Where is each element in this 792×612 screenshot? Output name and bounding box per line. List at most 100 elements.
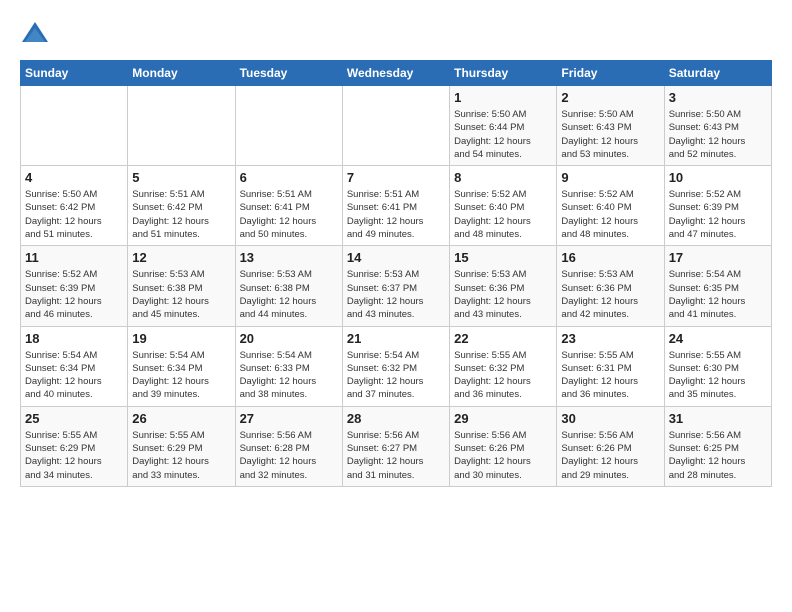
calendar-cell: 27 Sunrise: 5:56 AM Sunset: 6:28 PM Dayli… <box>235 406 342 486</box>
calendar-cell: 16 Sunrise: 5:53 AM Sunset: 6:36 PM Dayli… <box>557 246 664 326</box>
calendar-cell: 3Sunrise: 5:50 AM Sunset: 6:43 PM Daylig… <box>664 86 771 166</box>
day-number: 7 <box>347 170 445 185</box>
day-info: Sunrise: 5:55 AM Sunset: 6:32 PM Dayligh… <box>454 349 552 402</box>
day-number: 14 <box>347 250 445 265</box>
day-info: Sunrise: 5:55 AM Sunset: 6:30 PM Dayligh… <box>669 349 767 402</box>
calendar-cell: 9 Sunrise: 5:52 AM Sunset: 6:40 PM Daylig… <box>557 166 664 246</box>
day-number: 16 <box>561 250 659 265</box>
day-number: 8 <box>454 170 552 185</box>
day-info: Sunrise: 5:56 AM Sunset: 6:25 PM Dayligh… <box>669 429 767 482</box>
calendar-cell: 20 Sunrise: 5:54 AM Sunset: 6:33 PM Dayli… <box>235 326 342 406</box>
day-number: 27 <box>240 411 338 426</box>
day-number: 22 <box>454 331 552 346</box>
calendar-table: SundayMondayTuesdayWednesdayThursdayFrid… <box>20 60 772 487</box>
day-number: 13 <box>240 250 338 265</box>
calendar-cell: 12 Sunrise: 5:53 AM Sunset: 6:38 PM Dayli… <box>128 246 235 326</box>
calendar-cell: 15 Sunrise: 5:53 AM Sunset: 6:36 PM Dayli… <box>450 246 557 326</box>
day-info: Sunrise: 5:52 AM Sunset: 6:39 PM Dayligh… <box>669 188 767 241</box>
calendar-cell: 1Sunrise: 5:50 AM Sunset: 6:44 PM Daylig… <box>450 86 557 166</box>
day-number: 18 <box>25 331 123 346</box>
calendar-cell: 13Sunrise: 5:53 AM Sunset: 6:38 PM Dayli… <box>235 246 342 326</box>
day-number: 4 <box>25 170 123 185</box>
calendar-cell: 25Sunrise: 5:55 AM Sunset: 6:29 PM Dayli… <box>21 406 128 486</box>
calendar-cell: 29Sunrise: 5:56 AM Sunset: 6:26 PM Dayli… <box>450 406 557 486</box>
calendar-cell: 22 Sunrise: 5:55 AM Sunset: 6:32 PM Dayli… <box>450 326 557 406</box>
day-number: 20 <box>240 331 338 346</box>
day-info: Sunrise: 5:56 AM Sunset: 6:26 PM Dayligh… <box>561 429 659 482</box>
header-monday: Monday <box>128 61 235 86</box>
calendar-week-row: 11 Sunrise: 5:52 AM Sunset: 6:39 PM Dayli… <box>21 246 772 326</box>
calendar-cell: 24 Sunrise: 5:55 AM Sunset: 6:30 PM Dayli… <box>664 326 771 406</box>
day-info: Sunrise: 5:52 AM Sunset: 6:40 PM Dayligh… <box>561 188 659 241</box>
calendar-cell: 2 Sunrise: 5:50 AM Sunset: 6:43 PM Daylig… <box>557 86 664 166</box>
day-number: 1 <box>454 90 552 105</box>
day-number: 15 <box>454 250 552 265</box>
day-number: 17 <box>669 250 767 265</box>
logo <box>20 20 54 50</box>
day-info: Sunrise: 5:55 AM Sunset: 6:29 PM Dayligh… <box>25 429 123 482</box>
calendar-week-row: 25Sunrise: 5:55 AM Sunset: 6:29 PM Dayli… <box>21 406 772 486</box>
calendar-cell: 26 Sunrise: 5:55 AM Sunset: 6:29 PM Dayli… <box>128 406 235 486</box>
day-info: Sunrise: 5:50 AM Sunset: 6:42 PM Dayligh… <box>25 188 123 241</box>
calendar-cell <box>128 86 235 166</box>
day-number: 31 <box>669 411 767 426</box>
header-friday: Friday <box>557 61 664 86</box>
header-tuesday: Tuesday <box>235 61 342 86</box>
day-info: Sunrise: 5:55 AM Sunset: 6:31 PM Dayligh… <box>561 349 659 402</box>
calendar-cell: 14 Sunrise: 5:53 AM Sunset: 6:37 PM Dayli… <box>342 246 449 326</box>
calendar-cell: 8 Sunrise: 5:52 AM Sunset: 6:40 PM Daylig… <box>450 166 557 246</box>
day-info: Sunrise: 5:52 AM Sunset: 6:40 PM Dayligh… <box>454 188 552 241</box>
day-number: 9 <box>561 170 659 185</box>
day-info: Sunrise: 5:50 AM Sunset: 6:43 PM Dayligh… <box>561 108 659 161</box>
day-info: Sunrise: 5:51 AM Sunset: 6:42 PM Dayligh… <box>132 188 230 241</box>
day-number: 2 <box>561 90 659 105</box>
calendar-cell: 5 Sunrise: 5:51 AM Sunset: 6:42 PM Daylig… <box>128 166 235 246</box>
day-number: 10 <box>669 170 767 185</box>
header-thursday: Thursday <box>450 61 557 86</box>
calendar-week-row: 18 Sunrise: 5:54 AM Sunset: 6:34 PM Dayli… <box>21 326 772 406</box>
calendar-cell: 11 Sunrise: 5:52 AM Sunset: 6:39 PM Dayli… <box>21 246 128 326</box>
day-info: Sunrise: 5:55 AM Sunset: 6:29 PM Dayligh… <box>132 429 230 482</box>
calendar-cell: 19 Sunrise: 5:54 AM Sunset: 6:34 PM Dayli… <box>128 326 235 406</box>
calendar-cell: 4 Sunrise: 5:50 AM Sunset: 6:42 PM Daylig… <box>21 166 128 246</box>
calendar-cell: 18 Sunrise: 5:54 AM Sunset: 6:34 PM Dayli… <box>21 326 128 406</box>
day-number: 26 <box>132 411 230 426</box>
calendar-cell: 23 Sunrise: 5:55 AM Sunset: 6:31 PM Dayli… <box>557 326 664 406</box>
calendar-cell: 10 Sunrise: 5:52 AM Sunset: 6:39 PM Dayli… <box>664 166 771 246</box>
day-number: 12 <box>132 250 230 265</box>
day-info: Sunrise: 5:54 AM Sunset: 6:35 PM Dayligh… <box>669 268 767 321</box>
day-info: Sunrise: 5:54 AM Sunset: 6:34 PM Dayligh… <box>132 349 230 402</box>
day-info: Sunrise: 5:56 AM Sunset: 6:28 PM Dayligh… <box>240 429 338 482</box>
day-number: 6 <box>240 170 338 185</box>
calendar-week-row: 4 Sunrise: 5:50 AM Sunset: 6:42 PM Daylig… <box>21 166 772 246</box>
day-info: Sunrise: 5:50 AM Sunset: 6:43 PM Dayligh… <box>669 108 767 161</box>
calendar-cell: 7 Sunrise: 5:51 AM Sunset: 6:41 PM Daylig… <box>342 166 449 246</box>
day-number: 24 <box>669 331 767 346</box>
calendar-cell <box>342 86 449 166</box>
day-info: Sunrise: 5:53 AM Sunset: 6:36 PM Dayligh… <box>454 268 552 321</box>
day-info: Sunrise: 5:53 AM Sunset: 6:36 PM Dayligh… <box>561 268 659 321</box>
calendar-cell: 31 Sunrise: 5:56 AM Sunset: 6:25 PM Dayli… <box>664 406 771 486</box>
day-number: 11 <box>25 250 123 265</box>
calendar-week-row: 1Sunrise: 5:50 AM Sunset: 6:44 PM Daylig… <box>21 86 772 166</box>
day-number: 29 <box>454 411 552 426</box>
calendar-cell: 28Sunrise: 5:56 AM Sunset: 6:27 PM Dayli… <box>342 406 449 486</box>
calendar-cell <box>235 86 342 166</box>
header-saturday: Saturday <box>664 61 771 86</box>
day-info: Sunrise: 5:51 AM Sunset: 6:41 PM Dayligh… <box>347 188 445 241</box>
day-info: Sunrise: 5:52 AM Sunset: 6:39 PM Dayligh… <box>25 268 123 321</box>
day-number: 19 <box>132 331 230 346</box>
day-info: Sunrise: 5:53 AM Sunset: 6:38 PM Dayligh… <box>132 268 230 321</box>
page-header <box>20 20 772 50</box>
calendar-cell: 30 Sunrise: 5:56 AM Sunset: 6:26 PM Dayli… <box>557 406 664 486</box>
calendar-cell: 6Sunrise: 5:51 AM Sunset: 6:41 PM Daylig… <box>235 166 342 246</box>
day-number: 30 <box>561 411 659 426</box>
day-number: 23 <box>561 331 659 346</box>
day-info: Sunrise: 5:54 AM Sunset: 6:34 PM Dayligh… <box>25 349 123 402</box>
day-info: Sunrise: 5:54 AM Sunset: 6:32 PM Dayligh… <box>347 349 445 402</box>
day-info: Sunrise: 5:53 AM Sunset: 6:37 PM Dayligh… <box>347 268 445 321</box>
day-number: 5 <box>132 170 230 185</box>
header-sunday: Sunday <box>21 61 128 86</box>
logo-icon <box>20 20 50 50</box>
day-info: Sunrise: 5:54 AM Sunset: 6:33 PM Dayligh… <box>240 349 338 402</box>
